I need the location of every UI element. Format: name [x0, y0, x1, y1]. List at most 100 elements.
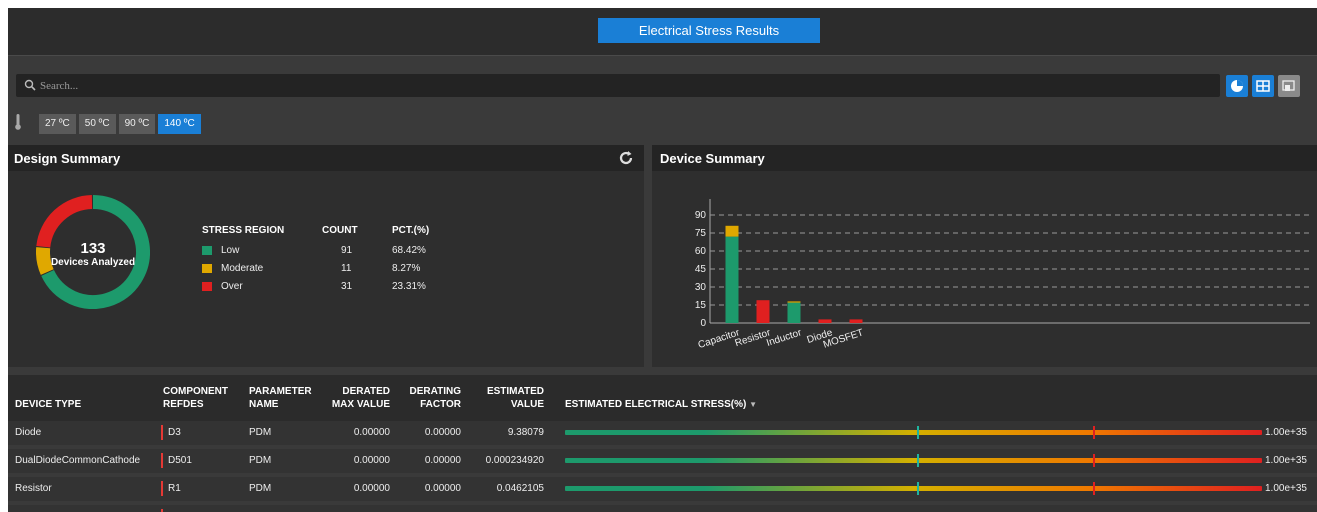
stress-bar — [565, 458, 1262, 463]
estimated-cell: 0.0462105 — [496, 483, 544, 494]
export-button[interactable] — [1278, 75, 1300, 97]
device-type-cell: Diode — [15, 427, 42, 438]
moderate-pct: 8.27% — [392, 263, 421, 274]
table-row[interactable] — [8, 505, 1317, 512]
derated-max-cell: 0.00000 — [353, 483, 390, 494]
device-summary-title: Device Summary — [660, 151, 765, 166]
col-stress-label: ESTIMATED ELECTRICAL STRESS(%) — [565, 399, 747, 410]
col-estimated-2[interactable]: VALUE — [478, 399, 544, 411]
bar-tick-low — [917, 482, 919, 495]
temperature-selector: 27 ºC 50 ºC 90 ºC 140 ºC — [39, 114, 201, 134]
factor-cell: 0.00000 — [424, 427, 461, 438]
col-derated-2[interactable]: MAX VALUE — [328, 399, 390, 411]
design-summary-panel: Design Summary 133 Devices Analyzed STRE… — [8, 145, 644, 367]
x-tick-label: Inductor — [765, 327, 803, 349]
low-count: 91 — [341, 245, 353, 256]
page-title[interactable]: Electrical Stress Results — [598, 18, 820, 43]
over-label: Over — [221, 281, 243, 292]
export-icon — [1282, 80, 1295, 91]
over-pct: 23.31% — [392, 281, 426, 292]
devices-count-label: Devices Analyzed — [50, 257, 136, 268]
bar-capacitor[interactable] — [725, 225, 739, 237]
col-parameter-1[interactable]: PARAMETER — [249, 386, 312, 398]
design-summary-header: Design Summary — [8, 145, 644, 171]
col-derating-1[interactable]: DERATING — [403, 386, 461, 398]
low-label: Low — [221, 245, 240, 256]
y-tick-label: 30 — [695, 282, 707, 293]
factor-cell: 0.00000 — [424, 483, 461, 494]
moderate-swatch — [202, 264, 212, 273]
stress-bar — [565, 486, 1262, 491]
bar-inductor[interactable] — [787, 302, 801, 323]
table-row[interactable]: Resistor R1 PDM 0.00000 0.00000 0.046210… — [8, 477, 1317, 501]
bar-tick-low — [917, 454, 919, 467]
estimated-cell: 0.000234920 — [485, 455, 544, 466]
moderate-count: 11 — [341, 263, 352, 274]
col-stress[interactable]: ESTIMATED ELECTRICAL STRESS(%) ▼ — [565, 399, 757, 411]
bar-inductor[interactable] — [787, 301, 801, 303]
device-summary-panel: Device Summary 0 15 30 45 60 75 90 Capacitor Res… — [652, 145, 1317, 367]
pie-chart-button[interactable] — [1226, 75, 1248, 97]
search-icon — [24, 79, 36, 91]
derated-max-cell: 0.00000 — [353, 455, 390, 466]
refdes-cell: D3 — [168, 427, 181, 438]
low-swatch — [202, 246, 212, 255]
table-header: DEVICE TYPE COMPONENT REFDES PARAMETER N… — [8, 375, 1317, 421]
bar-tick-high — [1093, 426, 1095, 439]
count-header: COUNT — [322, 225, 358, 236]
temp-140-button[interactable]: 140 ºC — [158, 114, 201, 134]
pie-chart-icon — [1231, 80, 1243, 92]
stress-value: 1.00e+35 — [1265, 483, 1307, 494]
y-tick-label: 45 — [695, 264, 707, 275]
table-view-button[interactable] — [1252, 75, 1274, 97]
bar-diode[interactable] — [818, 319, 832, 323]
search-input[interactable] — [40, 76, 1210, 95]
bar-capacitor[interactable] — [725, 236, 739, 323]
temp-90-button[interactable]: 90 ºC — [118, 114, 156, 134]
stress-value: 1.00e+35 — [1265, 427, 1307, 438]
y-tick-label: 15 — [695, 300, 707, 311]
estimated-cell: 9.38079 — [507, 427, 544, 438]
param-cell: PDM — [249, 455, 272, 466]
design-summary-title: Design Summary — [14, 151, 121, 166]
thermometer-icon — [15, 114, 21, 130]
refdes-cell: D501 — [168, 455, 192, 466]
col-derating-2[interactable]: FACTOR — [403, 399, 461, 411]
devices-count: 133 — [80, 240, 106, 257]
temp-50-button[interactable]: 50 ºC — [78, 114, 116, 134]
table-row[interactable]: DualDiodeCommonCathode D501 PDM 0.00000 … — [8, 449, 1317, 473]
table-row[interactable]: Diode D3 PDM 0.00000 0.00000 9.38079 1.0… — [8, 421, 1317, 445]
bar-resistor[interactable] — [756, 300, 770, 323]
col-estimated-1[interactable]: ESTIMATED — [478, 386, 544, 398]
device-type-cell: DualDiodeCommonCathode — [15, 455, 141, 466]
col-parameter-2[interactable]: NAME — [249, 399, 278, 411]
low-pct: 68.42% — [392, 245, 426, 256]
bar-tick-low — [917, 426, 919, 439]
col-device-type[interactable]: DEVICE TYPE — [15, 399, 81, 411]
title-bar: Electrical Stress Results — [8, 8, 1317, 56]
col-component-1[interactable]: COMPONENT — [163, 386, 228, 398]
bar-tick-high — [1093, 454, 1095, 467]
app-window: Electrical Stress Results 27 ºC 50 — [8, 8, 1317, 512]
col-component-2[interactable]: REFDES — [163, 399, 204, 411]
search-bar[interactable] — [16, 74, 1220, 97]
col-derated-1[interactable]: DERATED — [328, 386, 390, 398]
derated-max-cell: 0.00000 — [353, 427, 390, 438]
temp-27-button[interactable]: 27 ºC — [39, 114, 76, 134]
table-icon — [1256, 80, 1270, 92]
stress-marker — [161, 425, 163, 440]
refresh-icon[interactable] — [618, 150, 634, 166]
pct-header: PCT.(%) — [392, 225, 430, 236]
param-cell: PDM — [249, 427, 272, 438]
y-tick-label: 75 — [695, 228, 707, 239]
stress-value: 1.00e+35 — [1265, 455, 1307, 466]
factor-cell: 0.00000 — [424, 455, 461, 466]
bar-mosfet[interactable] — [849, 319, 863, 323]
stress-marker — [161, 481, 163, 496]
device-summary-header: Device Summary — [652, 145, 1317, 171]
y-tick-label: 90 — [695, 210, 707, 221]
bar-tick-high — [1093, 482, 1095, 495]
moderate-label: Moderate — [221, 263, 264, 274]
sort-down-icon[interactable]: ▼ — [749, 400, 757, 409]
over-count: 31 — [341, 281, 353, 292]
